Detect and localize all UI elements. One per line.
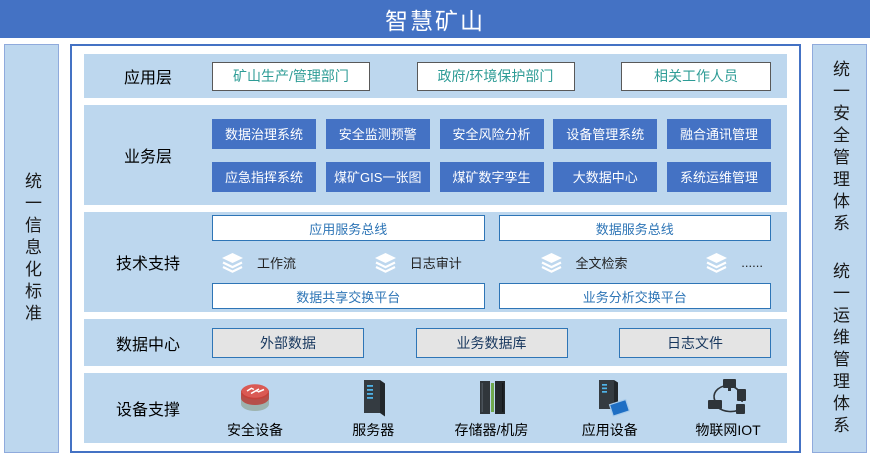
tech-item-data-sharing-platform: 数据共享交换平台 [212, 283, 485, 309]
business-item-converged-comms: 融合通讯管理 [667, 119, 771, 149]
business-item-emergency-command: 应急指挥系统 [212, 162, 316, 192]
layer-tech-support: 技术支持 应用服务总线 数据服务总线 工作流 [84, 212, 787, 312]
device-application-equipment: 应用设备 [567, 377, 653, 440]
server-icon [349, 377, 397, 419]
middleware-log-audit-label: 日志审计 [410, 253, 462, 272]
left-pillar-label: 统一信息化标准 [23, 172, 40, 326]
layer-device-support-label: 设备支撑 [84, 396, 212, 420]
right-pillar-label-security: 统一安全管理体系 [831, 60, 848, 236]
device-application-equipment-label: 应用设备 [582, 420, 638, 440]
device-server-label: 服务器 [352, 420, 394, 440]
main-panel: 应用层 矿山生产/管理部门 政府/环境保护部门 相关工作人员 业务层 数据治理系… [70, 44, 801, 453]
business-row-1: 数据治理系统 安全监测预警 安全风险分析 设备管理系统 融合通讯管理 [212, 119, 771, 149]
iot-network-icon [704, 377, 752, 419]
diagram-title-bar: 智慧矿山 [0, 0, 870, 38]
left-pillar-unified-informatization-standard: 统一信息化标准 [4, 44, 59, 453]
tech-item-app-service-bus: 应用服务总线 [212, 215, 485, 241]
tech-platform-row: 数据共享交换平台 业务分析交换平台 [212, 283, 771, 309]
device-iot: 物联网IOT [685, 377, 771, 440]
layer-tech-support-label: 技术支持 [84, 250, 212, 274]
device-items: 安全设备 服务器 [212, 377, 787, 440]
device-storage-room-label: 存储器/机房 [455, 420, 529, 440]
layer-application-label: 应用层 [84, 64, 212, 88]
middleware-workflow: 工作流 [220, 252, 296, 273]
layer-application: 应用层 矿山生产/管理部门 政府/环境保护部门 相关工作人员 [84, 54, 787, 98]
layer-business: 业务层 数据治理系统 安全监测预警 安全风险分析 设备管理系统 融合通讯管理 应… [84, 105, 787, 205]
middleware-workflow-label: 工作流 [257, 253, 296, 272]
middleware-more-label: ...... [741, 255, 763, 270]
business-item-big-data-center: 大数据中心 [553, 162, 657, 192]
layers-icon [539, 252, 564, 273]
application-item-government-env: 政府/环境保护部门 [417, 62, 575, 91]
business-item-data-governance: 数据治理系统 [212, 119, 316, 149]
business-item-safety-monitoring: 安全监测预警 [326, 119, 430, 149]
data-center-items: 外部数据 业务数据库 日志文件 [212, 328, 787, 358]
tech-middleware-row: 工作流 日志审计 全文检索 [212, 250, 771, 274]
device-iot-label: 物联网IOT [695, 420, 760, 440]
tech-bus-row: 应用服务总线 数据服务总线 [212, 215, 771, 241]
layer-business-label: 业务层 [84, 143, 212, 167]
data-item-business-database: 业务数据库 [416, 328, 568, 358]
data-item-external-data: 外部数据 [212, 328, 364, 358]
tech-item-business-analysis-platform: 业务分析交换平台 [499, 283, 772, 309]
business-item-digital-twin: 煤矿数字孪生 [440, 162, 544, 192]
business-item-equipment-mgmt: 设备管理系统 [553, 119, 657, 149]
application-items: 矿山生产/管理部门 政府/环境保护部门 相关工作人员 [212, 62, 787, 91]
layers-icon [220, 252, 245, 273]
page-title: 智慧矿山 [385, 2, 485, 36]
business-items: 数据治理系统 安全监测预警 安全风险分析 设备管理系统 融合通讯管理 应急指挥系… [212, 119, 787, 192]
storage-rack-icon [468, 377, 516, 419]
layer-device-support: 设备支撑 安全设备 [84, 373, 787, 443]
business-item-risk-analysis: 安全风险分析 [440, 119, 544, 149]
device-storage-room: 存储器/机房 [449, 377, 535, 440]
middleware-log-audit: 日志审计 [373, 252, 462, 273]
right-pillar-label-ops: 统一运维管理体系 [831, 262, 848, 438]
right-pillar-unified-security-and-ops: 统一安全管理体系 统一运维管理体系 [812, 44, 867, 453]
device-security-equipment-label: 安全设备 [227, 420, 283, 440]
device-server: 服务器 [330, 377, 416, 440]
business-item-gis-one-map: 煤矿GIS一张图 [326, 162, 430, 192]
tech-support-items: 应用服务总线 数据服务总线 工作流 [212, 215, 787, 309]
layer-data-center-label: 数据中心 [84, 331, 212, 355]
application-item-mine-production: 矿山生产/管理部门 [212, 62, 370, 91]
business-item-system-ops: 系统运维管理 [667, 162, 771, 192]
layers-icon [373, 252, 398, 273]
device-security-equipment: 安全设备 [212, 377, 298, 440]
application-item-related-staff: 相关工作人员 [621, 62, 771, 91]
middleware-more: ...... [704, 252, 763, 273]
middleware-full-text-search: 全文检索 [539, 252, 628, 273]
tech-item-data-service-bus: 数据服务总线 [499, 215, 772, 241]
middleware-full-text-search-label: 全文检索 [576, 253, 628, 272]
app-device-icon [586, 377, 634, 419]
business-row-2: 应急指挥系统 煤矿GIS一张图 煤矿数字孪生 大数据中心 系统运维管理 [212, 162, 771, 192]
data-item-log-files: 日志文件 [619, 328, 771, 358]
security-device-icon [231, 377, 279, 419]
layers-icon [704, 252, 729, 273]
layer-data-center: 数据中心 外部数据 业务数据库 日志文件 [84, 319, 787, 366]
